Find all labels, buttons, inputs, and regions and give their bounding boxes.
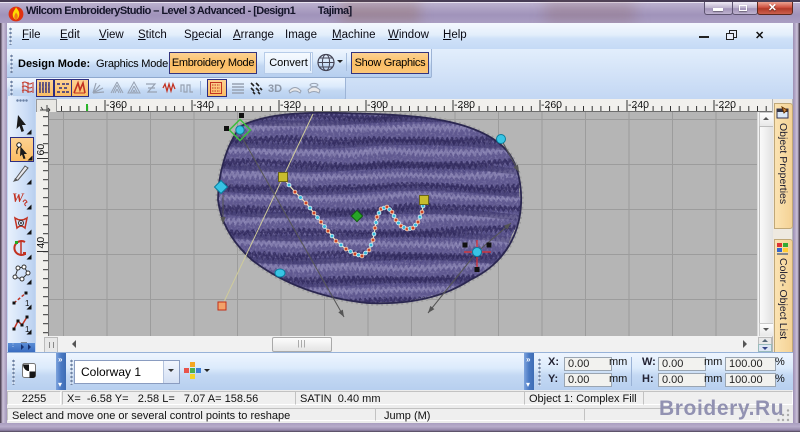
svg-text:-320: -320	[280, 99, 301, 111]
svg-text:-280: -280	[454, 99, 475, 111]
svg-text:60: 60	[36, 144, 47, 156]
svg-text:-240: -240	[628, 99, 649, 111]
svg-text:-260: -260	[541, 99, 562, 111]
svg-text:-300: -300	[367, 99, 388, 111]
svg-text:1: 1	[25, 299, 30, 308]
svg-text:-360: -360	[106, 99, 127, 111]
svg-text:-340: -340	[193, 99, 214, 111]
svg-text:W: W	[12, 190, 25, 205]
svg-text:3D: 3D	[268, 83, 282, 95]
svg-text:40: 40	[36, 237, 47, 249]
svg-text:-220: -220	[715, 99, 736, 111]
